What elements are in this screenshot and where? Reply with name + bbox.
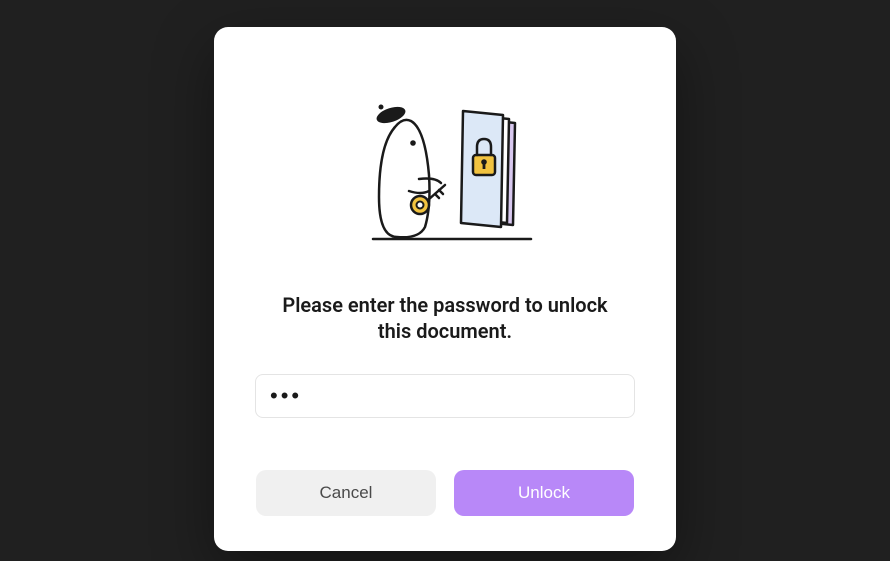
unlock-button[interactable]: Unlock [454,470,634,516]
unlock-illustration [345,87,545,257]
cancel-button[interactable]: Cancel [256,470,436,516]
password-input[interactable] [255,374,635,418]
character-unlock-icon [345,87,545,257]
unlock-dialog: Please enter the password to unlock this… [214,27,676,551]
button-row: Cancel Unlock [256,470,634,516]
prompt-text: Please enter the password to unlock this… [265,292,625,344]
